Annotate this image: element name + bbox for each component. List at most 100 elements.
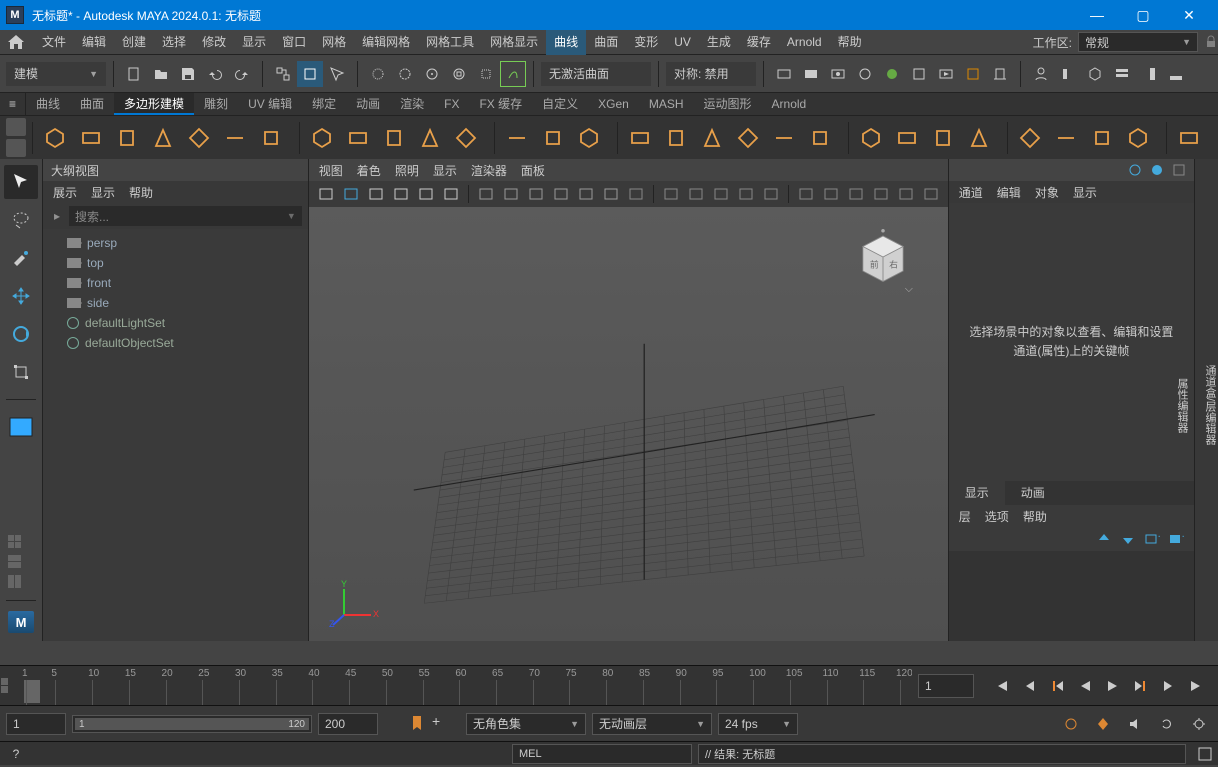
- shelf-disc21-icon[interactable]: [537, 122, 569, 154]
- shelf-options-button[interactable]: [6, 118, 26, 136]
- minimize-button[interactable]: —: [1074, 0, 1120, 30]
- layer-tab-display[interactable]: 显示: [949, 481, 1005, 505]
- render-globals-button[interactable]: [879, 61, 905, 87]
- vp-fluids-icon[interactable]: [920, 183, 942, 205]
- shelf-tab-2[interactable]: 多边形建模: [114, 93, 194, 115]
- go-end-button[interactable]: [1184, 673, 1210, 699]
- tl-opt2[interactable]: [1, 686, 8, 693]
- cb-menu-show[interactable]: 显示: [1073, 184, 1097, 201]
- cb-icon3[interactable]: [1172, 163, 1186, 177]
- layer-menu-layers[interactable]: 层: [959, 508, 971, 525]
- viewport-canvas[interactable]: Y X Z 前 右 ⌵: [309, 207, 948, 641]
- shelf-trash-button[interactable]: [6, 139, 26, 157]
- menu-meshtools[interactable]: 网格工具: [418, 30, 482, 55]
- menu-surfaces[interactable]: 曲面: [586, 30, 626, 55]
- shelf-cube01-icon[interactable]: [75, 122, 107, 154]
- layout-single-button[interactable]: [4, 410, 38, 444]
- sidestrip-attreditor[interactable]: 属性编辑器: [1174, 378, 1190, 433]
- shelf-cylinder61-icon[interactable]: [1209, 122, 1218, 154]
- layer-tab-anim[interactable]: 动画: [1005, 481, 1061, 505]
- vp-shade-icon[interactable]: [475, 183, 497, 205]
- shelves-toggle-icon[interactable]: [1109, 61, 1135, 87]
- vp-motion-icon[interactable]: [845, 183, 867, 205]
- cb-menu-channels[interactable]: 通道: [959, 184, 983, 201]
- vp-menu-lighting[interactable]: 照明: [395, 162, 419, 179]
- lock-icon[interactable]: [1204, 35, 1218, 49]
- vp-hair-icon[interactable]: [870, 183, 892, 205]
- shelf-cylinder02-icon[interactable]: [111, 122, 143, 154]
- menu-edit[interactable]: 编辑: [74, 30, 114, 55]
- vp-camera-icon[interactable]: [315, 183, 337, 205]
- shelf-cube41-icon[interactable]: [891, 122, 923, 154]
- maya-logo-icon[interactable]: M: [4, 609, 38, 635]
- shelf-tab-14[interactable]: Arnold: [762, 93, 817, 115]
- shelf-tab-7[interactable]: 渲染: [390, 93, 434, 115]
- mode-selector[interactable]: 建模▼: [6, 62, 106, 86]
- snap-live-button[interactable]: [500, 61, 526, 87]
- vp-deform-icon[interactable]: [820, 183, 842, 205]
- vp-bookmark-icon[interactable]: [340, 183, 362, 205]
- shelf-cone03-icon[interactable]: [147, 122, 179, 154]
- shelf-torus33-icon[interactable]: [732, 122, 764, 154]
- home-icon[interactable]: [6, 33, 26, 51]
- vp-light-icon[interactable]: [525, 183, 547, 205]
- outliner-menu-help[interactable]: 帮助: [129, 184, 153, 201]
- menu-cache[interactable]: 缓存: [739, 30, 779, 55]
- cb-icon2[interactable]: [1150, 163, 1164, 177]
- outliner-item-side[interactable]: side: [49, 293, 302, 313]
- workspace-selector[interactable]: 常规▼: [1078, 32, 1198, 52]
- step-back-button[interactable]: [1044, 673, 1070, 699]
- layout-four-button[interactable]: [6, 534, 36, 552]
- bookmark-add-icon[interactable]: +: [432, 714, 444, 734]
- timeline-ruler[interactable]: 1510152025303540455055606570758085909510…: [18, 666, 912, 705]
- vp-xray-j-icon[interactable]: [710, 183, 732, 205]
- vp-grid-icon[interactable]: [390, 183, 412, 205]
- ipr-button[interactable]: [825, 61, 851, 87]
- shelf-cone13-icon[interactable]: [414, 122, 446, 154]
- step-back-key-button[interactable]: [1016, 673, 1042, 699]
- menu-arnold[interactable]: Arnold: [779, 30, 830, 55]
- autokey-button[interactable]: [1058, 711, 1084, 737]
- shelf-cube60-icon[interactable]: [1173, 122, 1205, 154]
- timeline-toggle-icon[interactable]: [1163, 61, 1189, 87]
- hypershade-button[interactable]: [906, 61, 932, 87]
- shelf-tab-10[interactable]: 自定义: [532, 93, 588, 115]
- go-start-button[interactable]: [988, 673, 1014, 699]
- outliner-item-persp[interactable]: persp: [49, 233, 302, 253]
- vp-menu-shading[interactable]: 着色: [357, 162, 381, 179]
- cb-icon1[interactable]: [1128, 163, 1142, 177]
- range-slider-track[interactable]: 1120: [72, 715, 312, 733]
- shelf-cylinder42-icon[interactable]: [927, 122, 959, 154]
- shelf-tab-8[interactable]: FX: [434, 93, 469, 115]
- shelf-plane05-icon[interactable]: [219, 122, 251, 154]
- vp-2d-icon[interactable]: [760, 183, 782, 205]
- shelf-sphere40-icon[interactable]: [855, 122, 887, 154]
- shelf-tab-11[interactable]: XGen: [588, 93, 639, 115]
- shelf-tab-12[interactable]: MASH: [639, 93, 694, 115]
- outliner-item-top[interactable]: top: [49, 253, 302, 273]
- play-forward-button[interactable]: [1100, 673, 1126, 699]
- outliner-menu-show[interactable]: 显示: [91, 184, 115, 201]
- menu-select[interactable]: 选择: [154, 30, 194, 55]
- menu-display[interactable]: 显示: [234, 30, 274, 55]
- render-seq-button[interactable]: [852, 61, 878, 87]
- layer-list[interactable]: [949, 551, 1194, 641]
- undo-button[interactable]: [202, 61, 228, 87]
- shelf-tab-0[interactable]: 曲线: [26, 93, 70, 115]
- step-forward-key-button[interactable]: [1156, 673, 1182, 699]
- shelf-cylinder12-icon[interactable]: [378, 122, 410, 154]
- symmetry-display[interactable]: 对称: 禁用: [666, 62, 756, 86]
- shelf-cone32-icon[interactable]: [696, 122, 728, 154]
- scale-tool[interactable]: [4, 355, 38, 389]
- move-tool[interactable]: [4, 279, 38, 313]
- vp-xray-icon[interactable]: [685, 183, 707, 205]
- sidestrip-channelbox[interactable]: 通道盒/层编辑器: [1202, 365, 1218, 445]
- layer-menu-help[interactable]: 帮助: [1023, 508, 1047, 525]
- shelf-torus14-icon[interactable]: [450, 122, 482, 154]
- setkey-button[interactable]: [1090, 711, 1116, 737]
- shelf-disc35-icon[interactable]: [804, 122, 836, 154]
- shelf-plane20-icon[interactable]: [501, 122, 533, 154]
- vp-gate-icon[interactable]: [415, 183, 437, 205]
- step-forward-button[interactable]: [1128, 673, 1154, 699]
- shelf-torus50-icon[interactable]: [1014, 122, 1046, 154]
